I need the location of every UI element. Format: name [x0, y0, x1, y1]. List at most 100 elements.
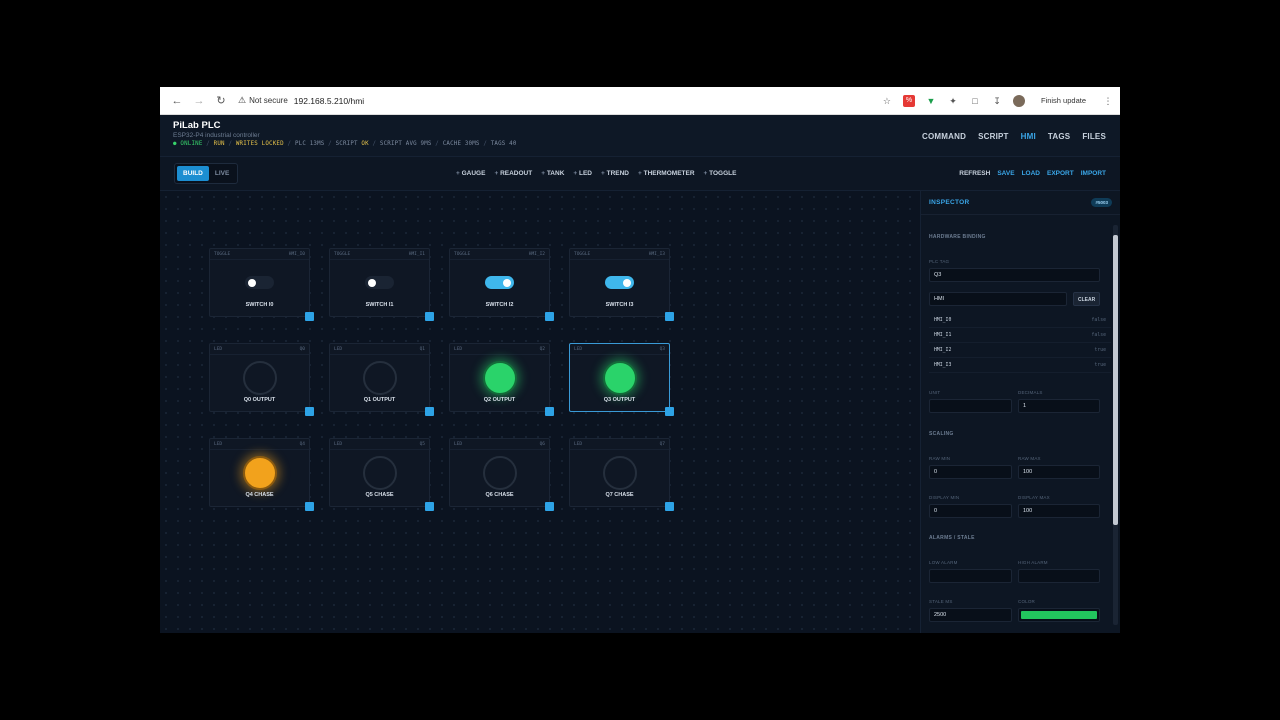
add-trend-button[interactable]: TREND — [601, 170, 629, 177]
resize-handle[interactable] — [305, 502, 314, 511]
toggle-tile[interactable]: TOGGLE HMI_I2 SWITCH I2 — [449, 248, 554, 321]
load-button[interactable]: LOAD — [1022, 170, 1040, 177]
kebab-menu-icon[interactable]: ⋮ — [1102, 95, 1114, 107]
tag-search-input[interactable]: HMI — [929, 292, 1067, 306]
resize-handle[interactable] — [425, 502, 434, 511]
raw-max-input[interactable]: 100 — [1018, 465, 1100, 479]
live-mode-button[interactable]: LIVE — [209, 166, 235, 181]
color-picker[interactable] — [1018, 608, 1100, 622]
back-icon[interactable]: ← — [166, 95, 188, 107]
add-thermometer-button[interactable]: THERMOMETER — [638, 170, 695, 177]
import-button[interactable]: IMPORT — [1081, 170, 1106, 177]
resize-handle[interactable] — [545, 407, 554, 416]
toggle-switch[interactable] — [245, 276, 274, 289]
hmi-canvas[interactable]: TOGGLE HMI_I0 SWITCH I0 TOGGLE HMI_I1 SWIT… — [160, 191, 920, 633]
tile-tag: Q2 — [539, 346, 545, 352]
tile-kind: TOGGLE — [214, 251, 231, 257]
toggle-switch[interactable] — [605, 276, 634, 289]
refresh-button[interactable]: REFRESH — [959, 170, 990, 177]
tag-list-item[interactable]: HMI_I2 true — [929, 343, 1111, 358]
nav-tags[interactable]: TAGS — [1048, 132, 1070, 156]
online-dot-icon: ● — [173, 141, 177, 147]
tag-list-item[interactable]: HMI_I3 true — [929, 358, 1111, 373]
display-min-input[interactable]: 0 — [929, 504, 1012, 518]
high-alarm-input[interactable] — [1018, 569, 1100, 583]
led-tile[interactable]: LED Q5 Q5 CHASE — [329, 438, 434, 511]
resize-handle[interactable] — [665, 407, 674, 416]
url-text[interactable]: 192.168.5.210/hmi — [294, 96, 364, 106]
nav-files[interactable]: FILES — [1082, 132, 1106, 156]
tile-label: Q5 CHASE — [365, 492, 394, 498]
led-tile[interactable]: LED Q6 Q6 CHASE — [449, 438, 554, 511]
led-tile[interactable]: LED Q0 Q0 OUTPUT — [209, 343, 314, 416]
alarms-heading: ALARMS / STALE — [929, 535, 975, 541]
build-mode-button[interactable]: BUILD — [177, 166, 209, 181]
forward-icon[interactable]: → — [188, 95, 210, 107]
stale-ms-input[interactable]: 2500 — [929, 608, 1012, 622]
raw-min-label: RAW MIN — [929, 456, 951, 461]
add-led-button[interactable]: LED — [573, 170, 592, 177]
low-alarm-input[interactable] — [929, 569, 1012, 583]
inspector-scrollbar[interactable] — [1113, 225, 1118, 625]
display-max-input[interactable]: 100 — [1018, 504, 1100, 518]
decimals-label: DECIMALS — [1018, 390, 1043, 395]
low-alarm-label: LOW ALARM — [929, 560, 958, 565]
address-bar[interactable]: ⚠ Not secure 192.168.5.210/hmi — [238, 95, 881, 106]
add-toggle-button[interactable]: TOGGLE — [704, 170, 736, 177]
add-readout-button[interactable]: READOUT — [494, 170, 532, 177]
reload-icon[interactable]: ↻ — [210, 94, 232, 107]
led-tile[interactable]: LED Q1 Q1 OUTPUT — [329, 343, 434, 416]
add-gauge-button[interactable]: GAUGE — [456, 170, 486, 177]
hmi-toolbar: BUILD LIVE GAUGE READOUT TANK LED TREND … — [160, 157, 1120, 191]
clear-button[interactable]: CLEAR — [1073, 292, 1101, 306]
led-tile[interactable]: LED Q7 Q7 CHASE — [569, 438, 674, 511]
resize-handle[interactable] — [305, 407, 314, 416]
resize-handle[interactable] — [545, 312, 554, 321]
resize-handle[interactable] — [425, 407, 434, 416]
download-icon[interactable]: ↧ — [991, 95, 1003, 107]
toggle-tile[interactable]: TOGGLE HMI_I0 SWITCH I0 — [209, 248, 314, 321]
nav-script[interactable]: SCRIPT — [978, 132, 1009, 156]
security-label[interactable]: Not secure — [249, 96, 288, 105]
led-tile[interactable]: LED Q2 Q2 OUTPUT — [449, 343, 554, 416]
resize-handle[interactable] — [665, 502, 674, 511]
save-button[interactable]: SAVE — [997, 170, 1014, 177]
toggle-tile[interactable]: TOGGLE HMI_I3 SWITCH I3 — [569, 248, 674, 321]
tag-value: false — [1091, 332, 1106, 338]
tile-label: SWITCH I0 — [245, 302, 274, 308]
unit-input[interactable] — [929, 399, 1012, 413]
profile-avatar[interactable] — [1012, 94, 1025, 107]
resize-handle[interactable] — [425, 312, 434, 321]
tag-list-item[interactable]: HMI_I0 false — [929, 313, 1111, 328]
add-tank-button[interactable]: TANK — [541, 170, 565, 177]
export-button[interactable]: EXPORT — [1047, 170, 1074, 177]
unit-label: UNIT — [929, 390, 941, 395]
tile-tag: HMI_I2 — [528, 251, 545, 257]
cache-status: CACHE 30MS — [442, 141, 480, 147]
tag-list-item[interactable]: HMI_I1 false — [929, 328, 1111, 343]
resize-handle[interactable] — [545, 502, 554, 511]
tile-label: Q4 CHASE — [245, 492, 274, 498]
raw-min-input[interactable]: 0 — [929, 465, 1012, 479]
toggle-switch[interactable] — [365, 276, 394, 289]
decimals-input[interactable]: 1 — [1018, 399, 1100, 413]
plc-tag-input[interactable]: Q3 — [929, 268, 1100, 282]
script-label: SCRIPT — [335, 141, 358, 147]
extension-icon[interactable]: % — [902, 94, 915, 107]
scaling-heading: SCALING — [929, 431, 954, 437]
vue-extension-icon[interactable]: ▼ — [925, 95, 937, 107]
nav-command[interactable]: COMMAND — [922, 132, 966, 156]
tile-kind: LED — [454, 441, 463, 447]
cast-icon[interactable]: □ — [969, 95, 981, 107]
scrollbar-thumb[interactable] — [1113, 235, 1118, 525]
toggle-switch[interactable] — [485, 276, 514, 289]
resize-handle[interactable] — [305, 312, 314, 321]
resize-handle[interactable] — [665, 312, 674, 321]
bookmark-star-icon[interactable]: ☆ — [881, 95, 893, 107]
led-tile[interactable]: LED Q4 Q4 CHASE — [209, 438, 314, 511]
led-tile-selected[interactable]: LED Q3 Q3 OUTPUT — [569, 343, 674, 416]
extensions-puzzle-icon[interactable]: ✦ — [947, 95, 959, 107]
toggle-tile[interactable]: TOGGLE HMI_I1 SWITCH I1 — [329, 248, 434, 321]
nav-hmi[interactable]: HMI — [1021, 132, 1036, 156]
finish-update-button[interactable]: Finish update — [1035, 94, 1092, 107]
